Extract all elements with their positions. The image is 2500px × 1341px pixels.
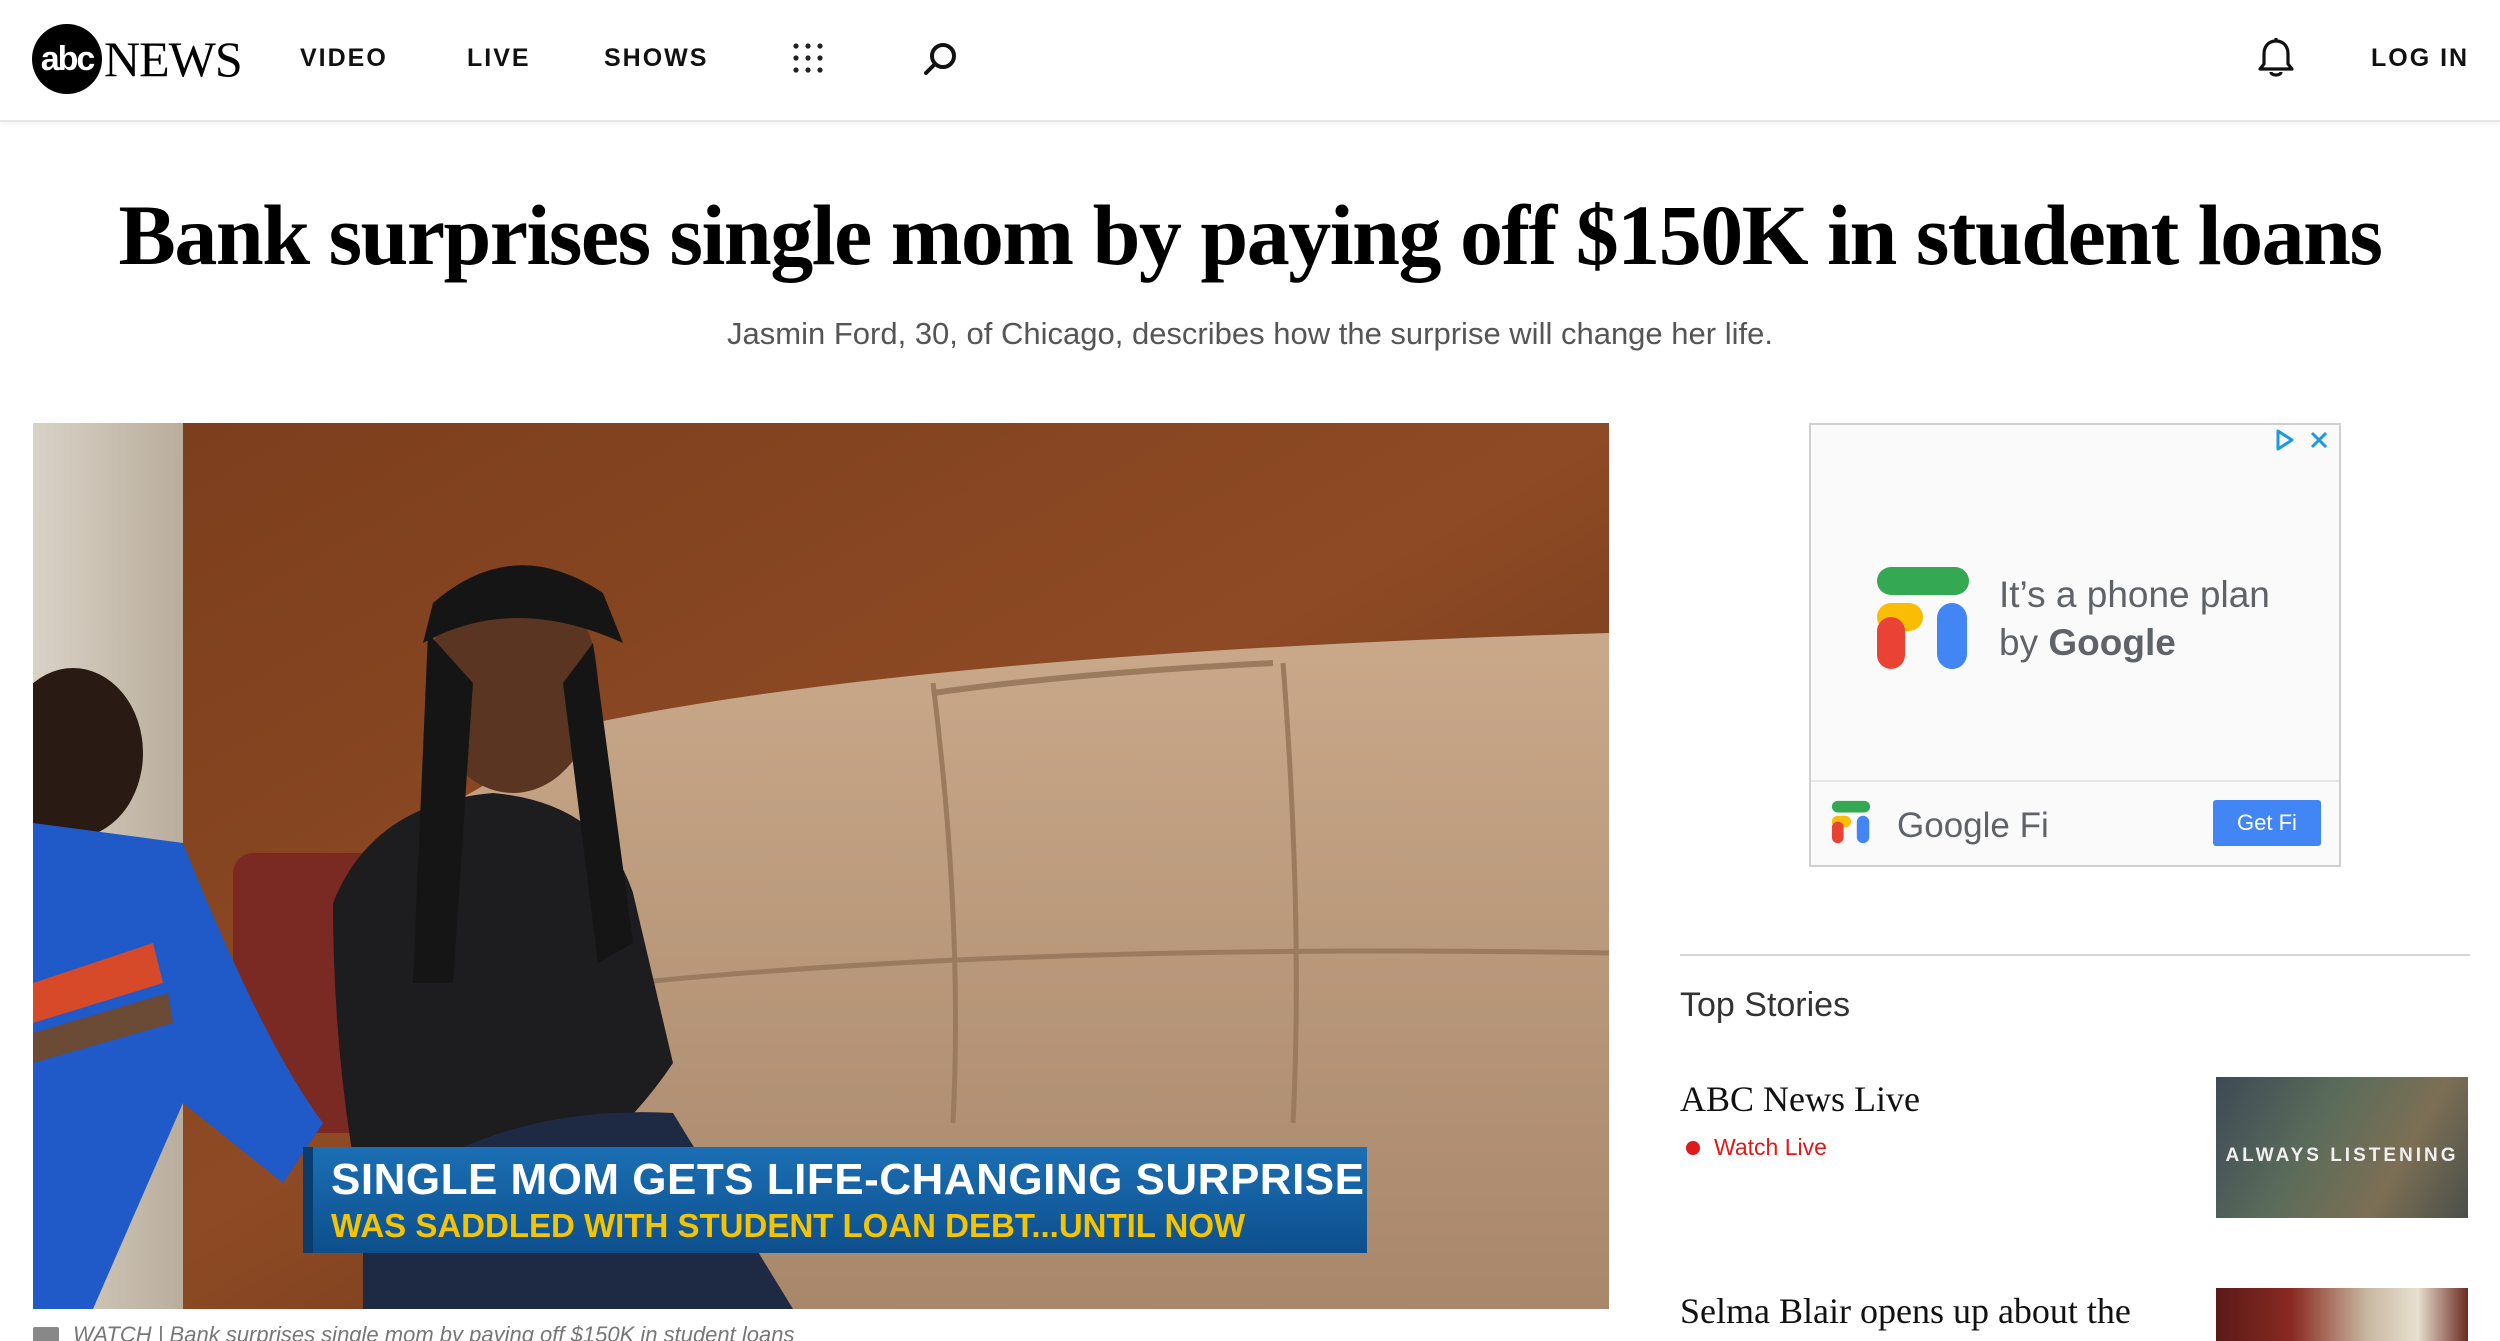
video-camera-icon: [33, 1326, 59, 1341]
ad-copy-line1: It’s a phone plan: [1999, 574, 2270, 615]
top-stories-divider: [1680, 954, 2470, 956]
lower-third-headline: SINGLE MOM GETS LIFE-CHANGING SURPRISE: [331, 1155, 1365, 1204]
live-dot-icon: [1686, 1140, 1700, 1155]
ad-divider: [1811, 780, 2339, 782]
story-thumbnail-abc-news-live[interactable]: ALWAYS LISTENING: [2216, 1077, 2468, 1218]
nav-live[interactable]: LIVE: [467, 44, 531, 73]
bell-icon[interactable]: [2254, 36, 2298, 80]
story-title-selma-blair[interactable]: Selma Blair opens up about the: [1680, 1290, 2131, 1332]
nav-video[interactable]: VIDEO: [300, 44, 388, 73]
article-title: Bank surprises single mom by paying off …: [118, 187, 2383, 283]
ad-close-icon[interactable]: [2309, 429, 2329, 451]
lower-third-subline: WAS SADDLED WITH STUDENT LOAN DEBT...UNT…: [331, 1207, 1246, 1244]
video-player[interactable]: SINGLE MOM GETS LIFE-CHANGING SURPRISE W…: [33, 423, 1609, 1309]
news-wordmark: NEWS: [104, 31, 243, 87]
top-stories-heading: Top Stories: [1680, 986, 1851, 1024]
article-subtitle: Jasmin Ford, 30, of Chicago, describes h…: [727, 316, 1773, 351]
abc-news-logo[interactable]: abc NEWS: [32, 24, 243, 94]
abc-logo-mark: abc: [32, 24, 102, 94]
ad-copy-google: Google: [2048, 622, 2176, 663]
site-header: abc NEWS VIDEO LIVE SHOWS LOG IN: [0, 0, 2500, 122]
google-fi-logo-small: [1831, 800, 1871, 844]
ad-choices-icon[interactable]: [2275, 429, 2295, 451]
story-thumbnail-selma-blair[interactable]: [2216, 1288, 2468, 1341]
video-caption-text: WATCH | Bank surprises single mom by pay…: [73, 1322, 795, 1341]
watch-live-link[interactable]: Watch Live: [1686, 1134, 1827, 1161]
google-fi-logo-large: [1877, 567, 1969, 669]
watch-live-label: Watch Live: [1714, 1134, 1827, 1160]
thumbnail-overlay-text: ALWAYS LISTENING: [2225, 1145, 2459, 1166]
apps-grid-icon[interactable]: [788, 38, 828, 78]
search-icon[interactable]: [920, 38, 962, 80]
video-caption: WATCH | Bank surprises single mom by pay…: [33, 1322, 794, 1341]
login-button[interactable]: LOG IN: [2371, 44, 2469, 73]
google-fi-ad[interactable]: It’s a phone plan by Google Google Fi Ge…: [1809, 423, 2341, 867]
ad-brand-name: Google Fi: [1897, 806, 2049, 845]
ad-copy-line2: by Google: [1999, 619, 2270, 667]
ad-copy: It’s a phone plan by Google: [1999, 571, 2270, 667]
story-title-abc-news-live[interactable]: ABC News Live: [1680, 1078, 1920, 1120]
video-lower-third: SINGLE MOM GETS LIFE-CHANGING SURPRISE W…: [303, 1147, 1367, 1253]
ad-controls: [2275, 429, 2329, 451]
get-fi-button[interactable]: Get Fi: [2213, 800, 2321, 846]
nav-shows[interactable]: SHOWS: [604, 44, 708, 73]
ad-copy-by: by: [1999, 622, 2049, 663]
